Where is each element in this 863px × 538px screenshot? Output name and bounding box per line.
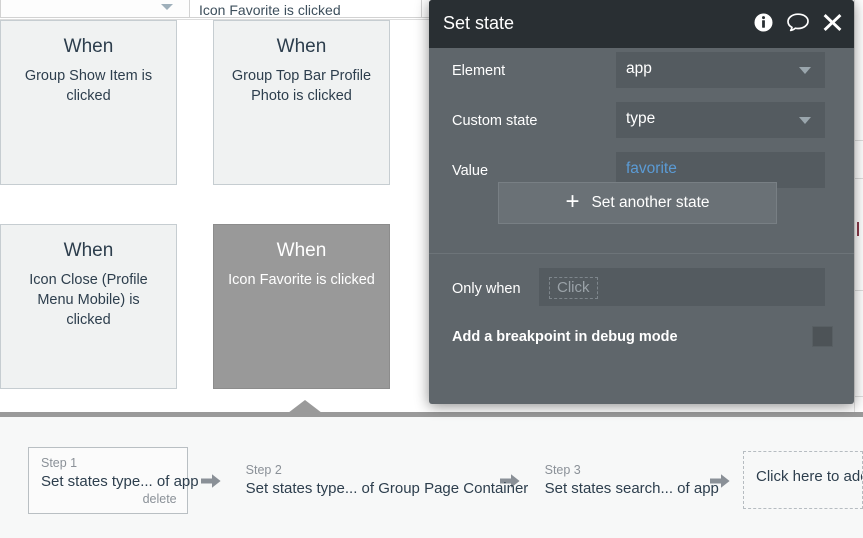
field-label-element: Element bbox=[452, 63, 506, 79]
field-label-value: Value bbox=[452, 163, 489, 179]
step-title: Set states type... of app bbox=[41, 472, 199, 490]
panel-divider bbox=[855, 178, 863, 179]
step-3[interactable]: Step 3 Set states search... of app bbox=[533, 455, 719, 505]
panel-divider bbox=[855, 396, 863, 397]
dialog-divider bbox=[429, 253, 854, 254]
element-dropdown[interactable]: app bbox=[616, 52, 825, 88]
field-row-custom-state: Custom state type bbox=[429, 98, 854, 148]
panel-divider bbox=[855, 140, 863, 141]
event-name-text: Icon Favorite is clicked bbox=[199, 2, 341, 18]
event-description: Icon Close (Profile Menu Mobile) is clic… bbox=[29, 272, 148, 328]
chevron-down-icon bbox=[161, 4, 173, 10]
event-box-group-top-bar-profile-photo[interactable]: When Group Top Bar Profile Photo is clic… bbox=[213, 20, 390, 185]
steps-panel: Step 1 Set states type... of app delete … bbox=[0, 412, 863, 538]
field-row-element: Element app bbox=[429, 48, 854, 98]
event-when-label: When bbox=[63, 36, 114, 57]
breakpoint-checkbox[interactable] bbox=[812, 326, 833, 347]
only-when-input[interactable]: Click bbox=[539, 268, 825, 306]
custom-state-dropdown-value: type bbox=[626, 110, 656, 127]
step-number: Step 3 bbox=[544, 463, 581, 477]
event-box-icon-favorite[interactable]: When Icon Favorite is clicked bbox=[213, 224, 390, 389]
comment-icon[interactable] bbox=[787, 13, 809, 37]
only-when-placeholder: Click bbox=[549, 277, 598, 299]
steps-row: Step 1 Set states type... of app delete … bbox=[0, 445, 863, 515]
step-title: Set states search... of app bbox=[544, 480, 719, 497]
step-number: Step 2 bbox=[245, 463, 282, 477]
add-action-button[interactable]: Click here to add an action... bbox=[743, 451, 863, 509]
only-when-row: Only when Click bbox=[429, 268, 854, 310]
step-number: Step 1 bbox=[41, 455, 78, 470]
breakpoint-label: Add a breakpoint in debug mode bbox=[452, 329, 678, 345]
event-type-dropdown[interactable] bbox=[0, 0, 190, 18]
info-icon[interactable] bbox=[754, 13, 773, 37]
panel-divider bbox=[855, 290, 863, 291]
step-delete-link[interactable]: delete bbox=[41, 492, 177, 507]
value-expression-text: favorite bbox=[626, 160, 677, 177]
dialog-header-icons bbox=[754, 13, 842, 37]
set-another-state-button[interactable]: + Set another state bbox=[498, 182, 777, 224]
event-name-field[interactable]: Icon Favorite is clicked bbox=[190, 0, 422, 18]
event-when-label: When bbox=[63, 240, 114, 261]
chevron-down-icon bbox=[799, 117, 811, 124]
set-another-state-label: Set another state bbox=[591, 194, 710, 211]
field-label-custom-state: Custom state bbox=[452, 113, 538, 129]
step-2[interactable]: Step 2 Set states type... of Group Page … bbox=[234, 455, 529, 505]
text-cursor bbox=[857, 222, 859, 236]
step-1[interactable]: Step 1 Set states type... of app delete bbox=[28, 446, 199, 514]
event-description: Group Show Item is clicked bbox=[24, 68, 153, 104]
breakpoint-row: Add a breakpoint in debug mode bbox=[429, 318, 854, 358]
workflow-canvas: Icon Favorite is clicked When Group Show… bbox=[0, 0, 863, 538]
dialog-body: Element app Custom state type Value favo… bbox=[429, 48, 854, 198]
event-description: Group Top Bar Profile Photo is clicked bbox=[231, 68, 372, 104]
only-when-label: Only when bbox=[452, 281, 521, 297]
event-description: Icon Favorite is clicked bbox=[228, 272, 375, 288]
dialog-header: Set state bbox=[429, 0, 854, 48]
set-state-dialog: Set state Element app Custom state type … bbox=[429, 0, 854, 404]
event-box-icon-close-profile-menu-mobile[interactable]: When Icon Close (Profile Menu Mobile) is… bbox=[0, 224, 177, 389]
step-title: Set states type... of Group Page Contain… bbox=[245, 480, 529, 497]
close-icon[interactable] bbox=[823, 13, 842, 37]
dialog-title: Set state bbox=[443, 13, 515, 33]
custom-state-dropdown[interactable]: type bbox=[616, 102, 825, 138]
element-dropdown-value: app bbox=[626, 60, 652, 77]
event-when-label: When bbox=[276, 240, 327, 261]
event-box-group-show-item[interactable]: When Group Show Item is clicked bbox=[0, 20, 177, 185]
event-when-label: When bbox=[276, 36, 327, 57]
right-background-panel bbox=[854, 0, 863, 412]
plus-icon: + bbox=[565, 188, 580, 215]
chevron-down-icon bbox=[799, 67, 811, 74]
